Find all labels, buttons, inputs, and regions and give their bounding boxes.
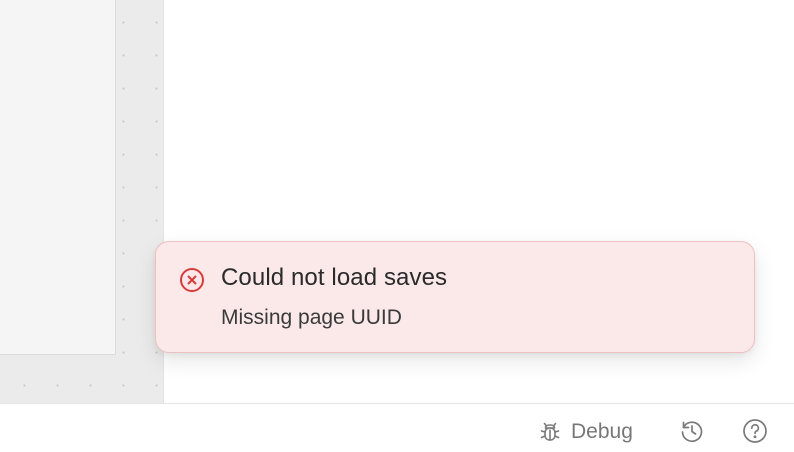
toast-message: Missing page UUID xyxy=(221,306,402,329)
help-circle-icon xyxy=(741,417,769,450)
editor-canvas[interactable] xyxy=(0,0,164,403)
toast-title: Could not load saves xyxy=(221,264,448,291)
bottom-toolbar: Debug xyxy=(0,403,794,452)
bug-icon xyxy=(537,419,563,445)
canvas-frame[interactable] xyxy=(0,0,116,355)
help-button[interactable] xyxy=(740,418,770,448)
history-button[interactable] xyxy=(677,418,707,448)
app-window: Debug Could not load saves Missing page … xyxy=(0,0,794,452)
error-toast: Could not load saves Missing page UUID xyxy=(155,241,755,353)
error-circle-x-icon xyxy=(179,267,205,293)
debug-label: Debug xyxy=(571,420,633,443)
debug-button[interactable]: Debug xyxy=(537,418,633,446)
history-icon xyxy=(678,417,706,450)
